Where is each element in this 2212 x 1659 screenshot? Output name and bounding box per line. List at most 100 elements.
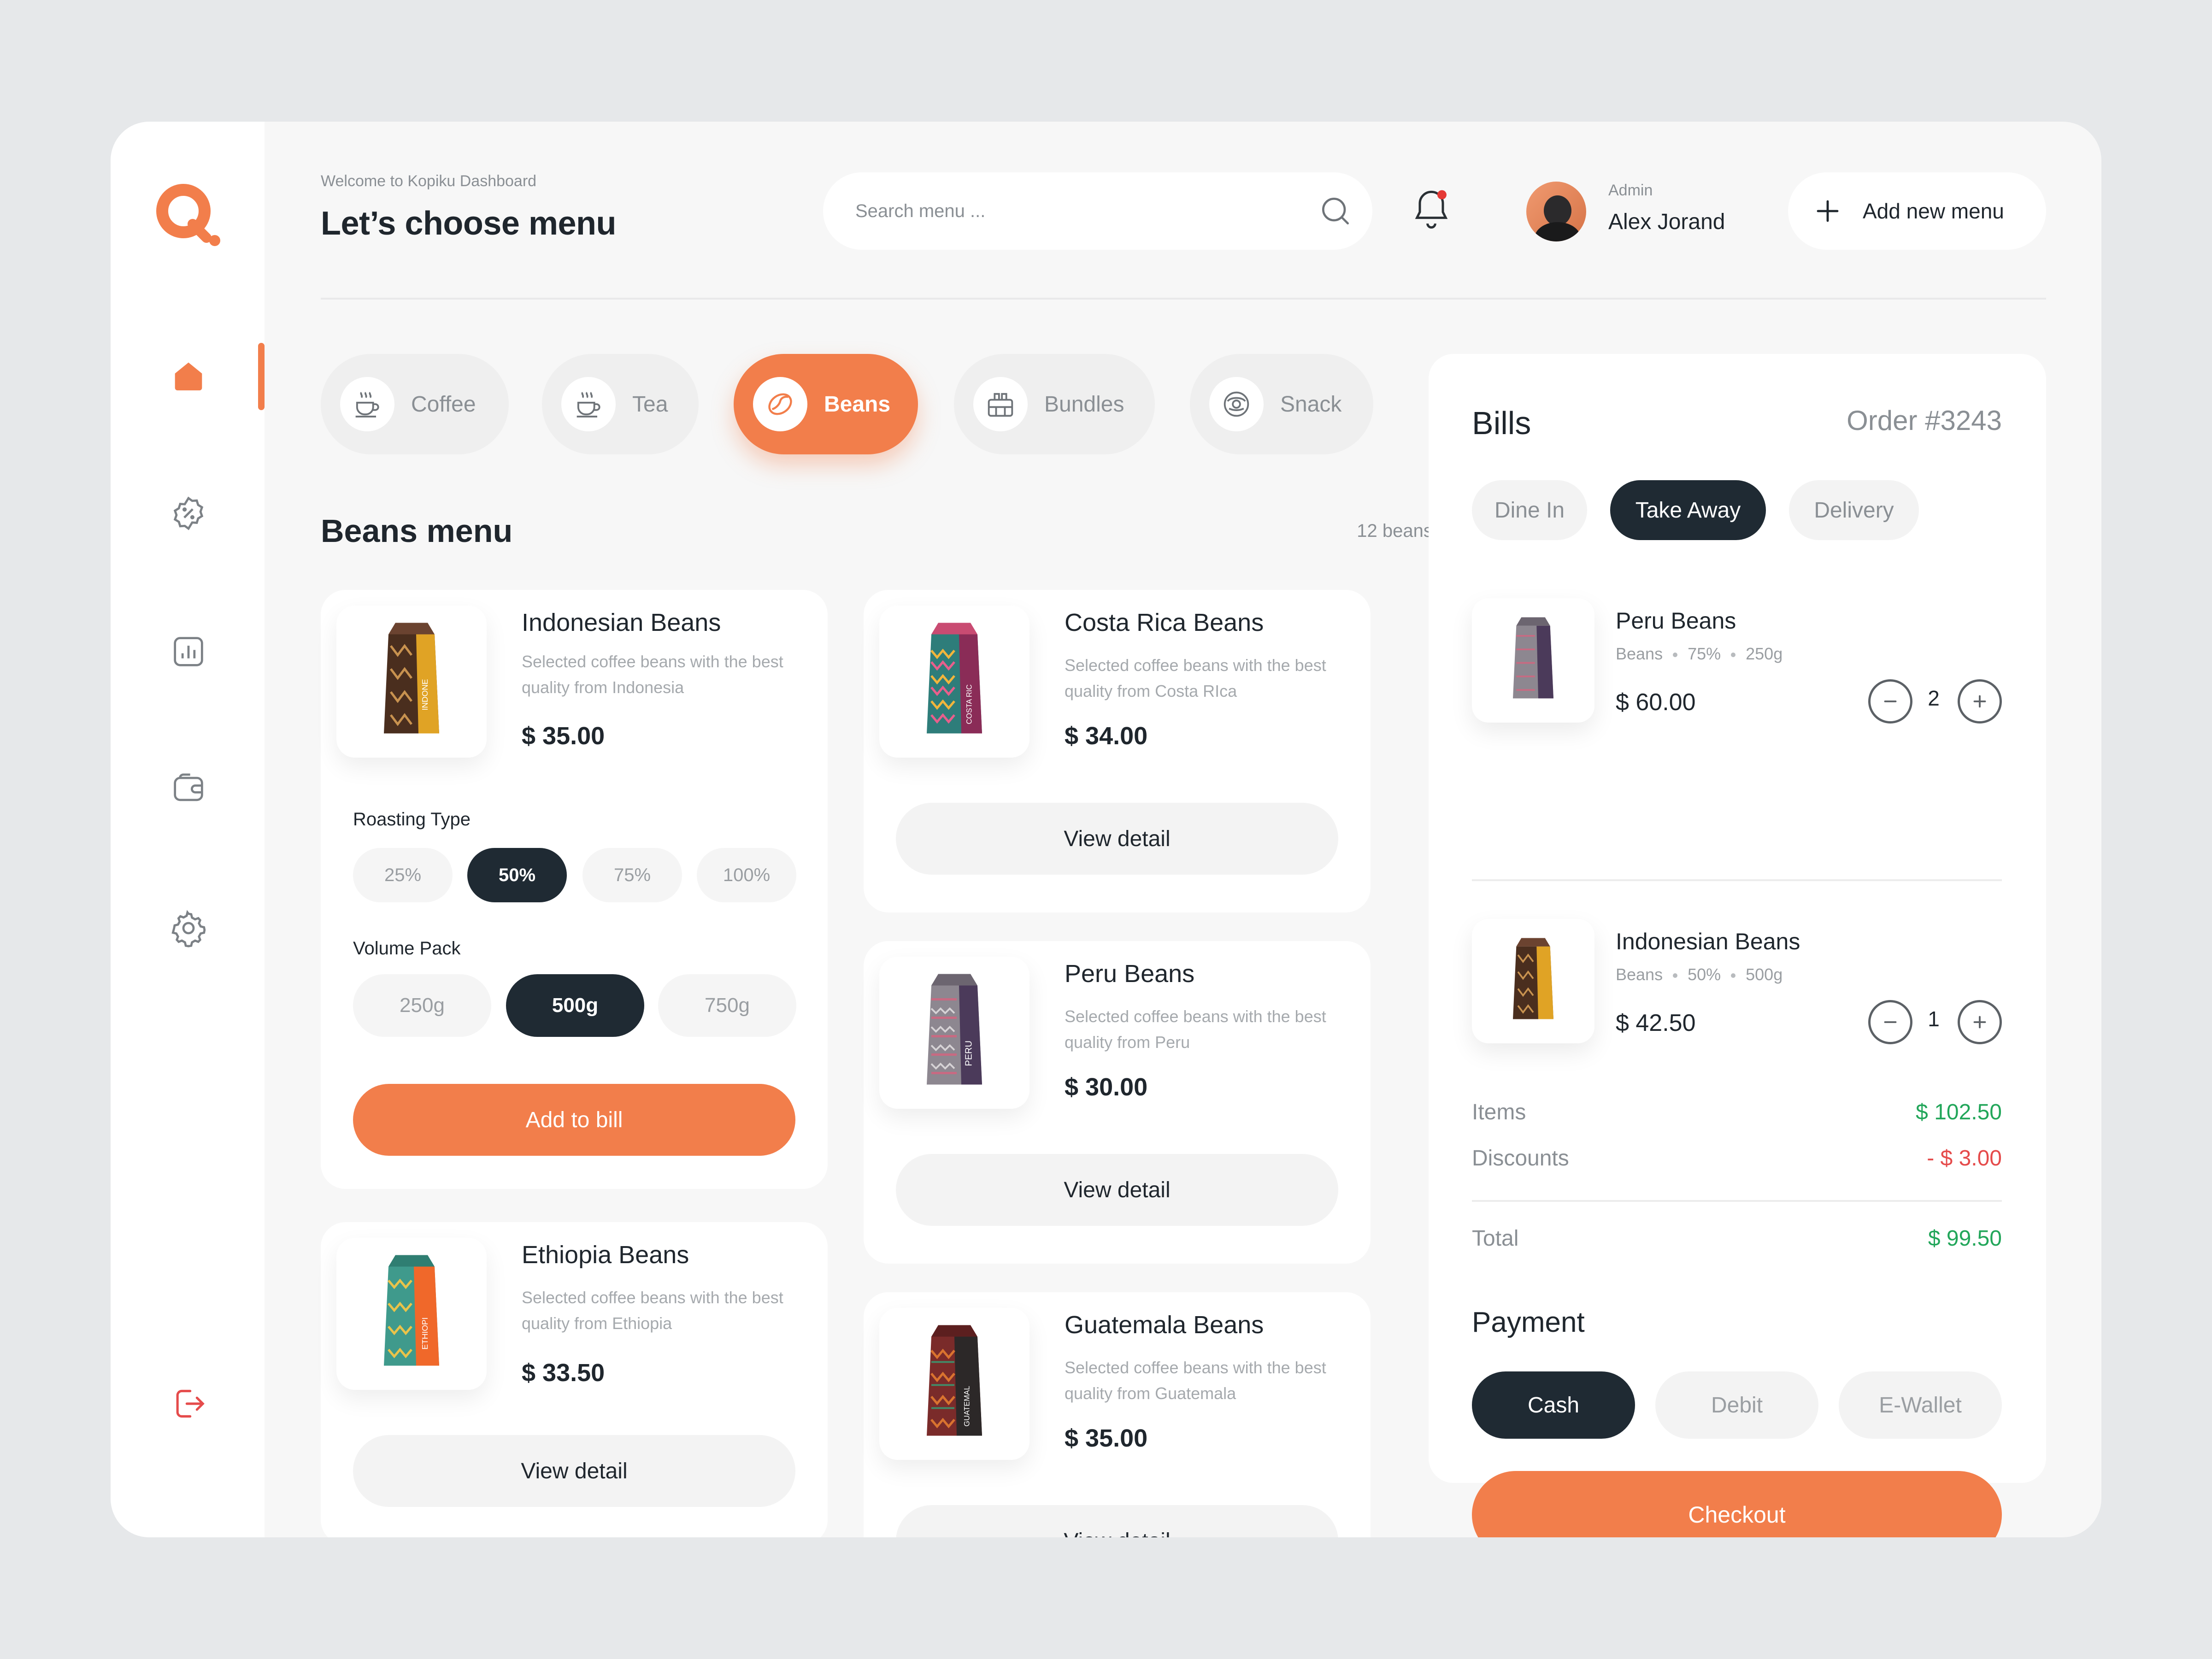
volume-option-500g[interactable]: 500g bbox=[506, 974, 644, 1037]
checkout-button[interactable]: Checkout bbox=[1472, 1471, 2002, 1537]
coffee-bag-image bbox=[1513, 617, 1553, 699]
logout-button[interactable] bbox=[165, 1381, 212, 1427]
welcome-text: Welcome to Kopiku Dashboard bbox=[321, 172, 537, 190]
search-input[interactable] bbox=[855, 172, 1293, 250]
roast-option-25[interactable]: 25% bbox=[353, 848, 453, 902]
search-box bbox=[823, 172, 1372, 250]
product-description: Selected coffee beans with the best qual… bbox=[522, 1288, 783, 1333]
roast-option-100[interactable]: 100% bbox=[697, 848, 796, 902]
bag-label: GUATEMAL bbox=[963, 1386, 971, 1426]
bill-item-size: 500g bbox=[1746, 965, 1783, 984]
nav-active-indicator bbox=[258, 343, 265, 410]
gear-icon bbox=[171, 910, 206, 947]
total-label: Total bbox=[1472, 1226, 1519, 1251]
product-card-indonesian[interactable]: INDONE Indonesian Beans Selected coffee … bbox=[321, 590, 828, 1189]
category-tea[interactable]: Tea bbox=[542, 354, 699, 454]
coffee-bag-image: COSTA RIC bbox=[927, 623, 982, 734]
order-number: Order #3243 bbox=[1847, 405, 2002, 436]
product-card-ethiopia[interactable]: ETHIOPI Ethiopia Beans Selected coffee b… bbox=[321, 1222, 828, 1537]
plus-icon bbox=[1973, 1016, 1986, 1029]
decrease-qty-button[interactable] bbox=[1868, 1000, 1912, 1044]
user-name: Alex Jorand bbox=[1608, 210, 1725, 234]
bill-item-size: 250g bbox=[1746, 644, 1783, 663]
product-name: Costa Rica Beans bbox=[1065, 609, 1264, 636]
bill-item-meta: Beans 50% 500g bbox=[1616, 965, 1783, 984]
category-label: Tea bbox=[632, 392, 668, 417]
category-snack[interactable]: Snack bbox=[1190, 354, 1373, 454]
nav-settings[interactable] bbox=[165, 905, 212, 951]
view-detail-button[interactable]: View detail bbox=[353, 1435, 795, 1507]
avatar[interactable] bbox=[1526, 182, 1586, 241]
product-name: Guatemala Beans bbox=[1065, 1311, 1264, 1339]
view-detail-button[interactable]: View detail bbox=[896, 1505, 1338, 1537]
bill-item: Indonesian Beans Beans 50% 500g $ 42.50 1 bbox=[1472, 919, 2002, 1057]
product-price: $ 33.50 bbox=[522, 1359, 605, 1387]
roast-option-50[interactable]: 50% bbox=[467, 848, 567, 902]
home-icon bbox=[175, 362, 202, 391]
product-image: ETHIOPI bbox=[336, 1238, 487, 1390]
roasting-type-label: Roasting Type bbox=[353, 809, 471, 830]
product-image: INDONE bbox=[336, 606, 487, 758]
product-image: PERU bbox=[879, 957, 1030, 1109]
view-detail-button[interactable]: View detail bbox=[896, 803, 1338, 875]
product-price: $ 35.00 bbox=[1065, 1424, 1148, 1452]
volume-option-750g[interactable]: 750g bbox=[658, 974, 796, 1037]
product-card-costa-rica[interactable]: COSTA RIC Costa Rica Beans Selected coff… bbox=[864, 590, 1371, 912]
category-bundles[interactable]: Bundles bbox=[954, 354, 1155, 454]
bundle-icon bbox=[988, 393, 1013, 417]
add-new-menu-label: Add new menu bbox=[1863, 199, 2004, 223]
increase-qty-button[interactable] bbox=[1958, 679, 2002, 724]
roast-option-75[interactable]: 75% bbox=[582, 848, 682, 902]
product-description: Selected coffee beans with the best qual… bbox=[1065, 1358, 1326, 1403]
bill-item-price: $ 60.00 bbox=[1616, 689, 1696, 716]
kopiku-logo[interactable] bbox=[152, 182, 226, 246]
payment-e-wallet[interactable]: E-Wallet bbox=[1839, 1371, 2002, 1439]
category-beans[interactable]: Beans bbox=[734, 354, 918, 454]
divider bbox=[1472, 1200, 2002, 1202]
product-card-guatemala[interactable]: GUATEMAL Guatemala Beans Selected coffee… bbox=[864, 1292, 1371, 1537]
nav-discount[interactable] bbox=[165, 490, 212, 536]
bill-item-meta: Beans 75% 250g bbox=[1616, 644, 1783, 664]
order-type-take-away[interactable]: Take Away bbox=[1610, 480, 1766, 540]
bill-item-name: Peru Beans bbox=[1616, 608, 1736, 634]
add-new-menu-button[interactable]: Add new menu bbox=[1788, 172, 2046, 250]
product-card-peru[interactable]: PERU Peru Beans Selected coffee beans wi… bbox=[864, 941, 1371, 1264]
nav-wallet[interactable] bbox=[165, 766, 212, 812]
nav-reports[interactable] bbox=[165, 629, 212, 675]
tea-cup-icon bbox=[577, 392, 600, 418]
search-icon[interactable] bbox=[1317, 193, 1354, 229]
menu-section-title: Beans menu bbox=[321, 513, 513, 549]
product-description: Selected coffee beans with the best qual… bbox=[1065, 656, 1326, 700]
product-price: $ 30.00 bbox=[1065, 1073, 1148, 1101]
nav-home[interactable] bbox=[165, 353, 212, 399]
minus-icon bbox=[1884, 1021, 1897, 1023]
category-label: Bundles bbox=[1044, 392, 1124, 417]
bill-item: Peru Beans Beans 75% 250g $ 60.00 2 bbox=[1472, 598, 2002, 736]
minus-icon bbox=[1884, 700, 1897, 702]
order-type-dine-in[interactable]: Dine In bbox=[1472, 480, 1587, 540]
product-name: Indonesian Beans bbox=[522, 609, 721, 636]
volume-option-250g[interactable]: 250g bbox=[353, 974, 491, 1037]
bag-label: PERU bbox=[964, 1041, 974, 1066]
add-to-bill-button[interactable]: Add to bill bbox=[353, 1084, 795, 1156]
bill-item-qty: 2 bbox=[1928, 686, 1940, 710]
total-value: $ 99.50 bbox=[1928, 1226, 2002, 1251]
payment-cash[interactable]: Cash bbox=[1472, 1371, 1635, 1439]
bill-item-price: $ 42.50 bbox=[1616, 1010, 1696, 1036]
product-description: Selected coffee beans with the best qual… bbox=[522, 652, 783, 697]
increase-qty-button[interactable] bbox=[1958, 1000, 2002, 1044]
chart-icon bbox=[174, 637, 203, 666]
payment-debit[interactable]: Debit bbox=[1655, 1371, 1818, 1439]
app-window: Welcome to Kopiku Dashboard Let’s choose… bbox=[111, 122, 2101, 1537]
view-detail-button[interactable]: View detail bbox=[896, 1154, 1338, 1226]
category-label: Coffee bbox=[411, 392, 476, 417]
category-coffee[interactable]: Coffee bbox=[321, 354, 509, 454]
notification-button[interactable] bbox=[1408, 182, 1454, 238]
logout-icon bbox=[176, 1389, 205, 1418]
header-divider bbox=[321, 298, 2046, 300]
wallet-icon bbox=[174, 773, 203, 801]
coffee-cup-icon bbox=[355, 392, 379, 418]
product-price: $ 34.00 bbox=[1065, 722, 1148, 750]
decrease-qty-button[interactable] bbox=[1868, 679, 1912, 724]
order-type-delivery[interactable]: Delivery bbox=[1789, 480, 1919, 540]
